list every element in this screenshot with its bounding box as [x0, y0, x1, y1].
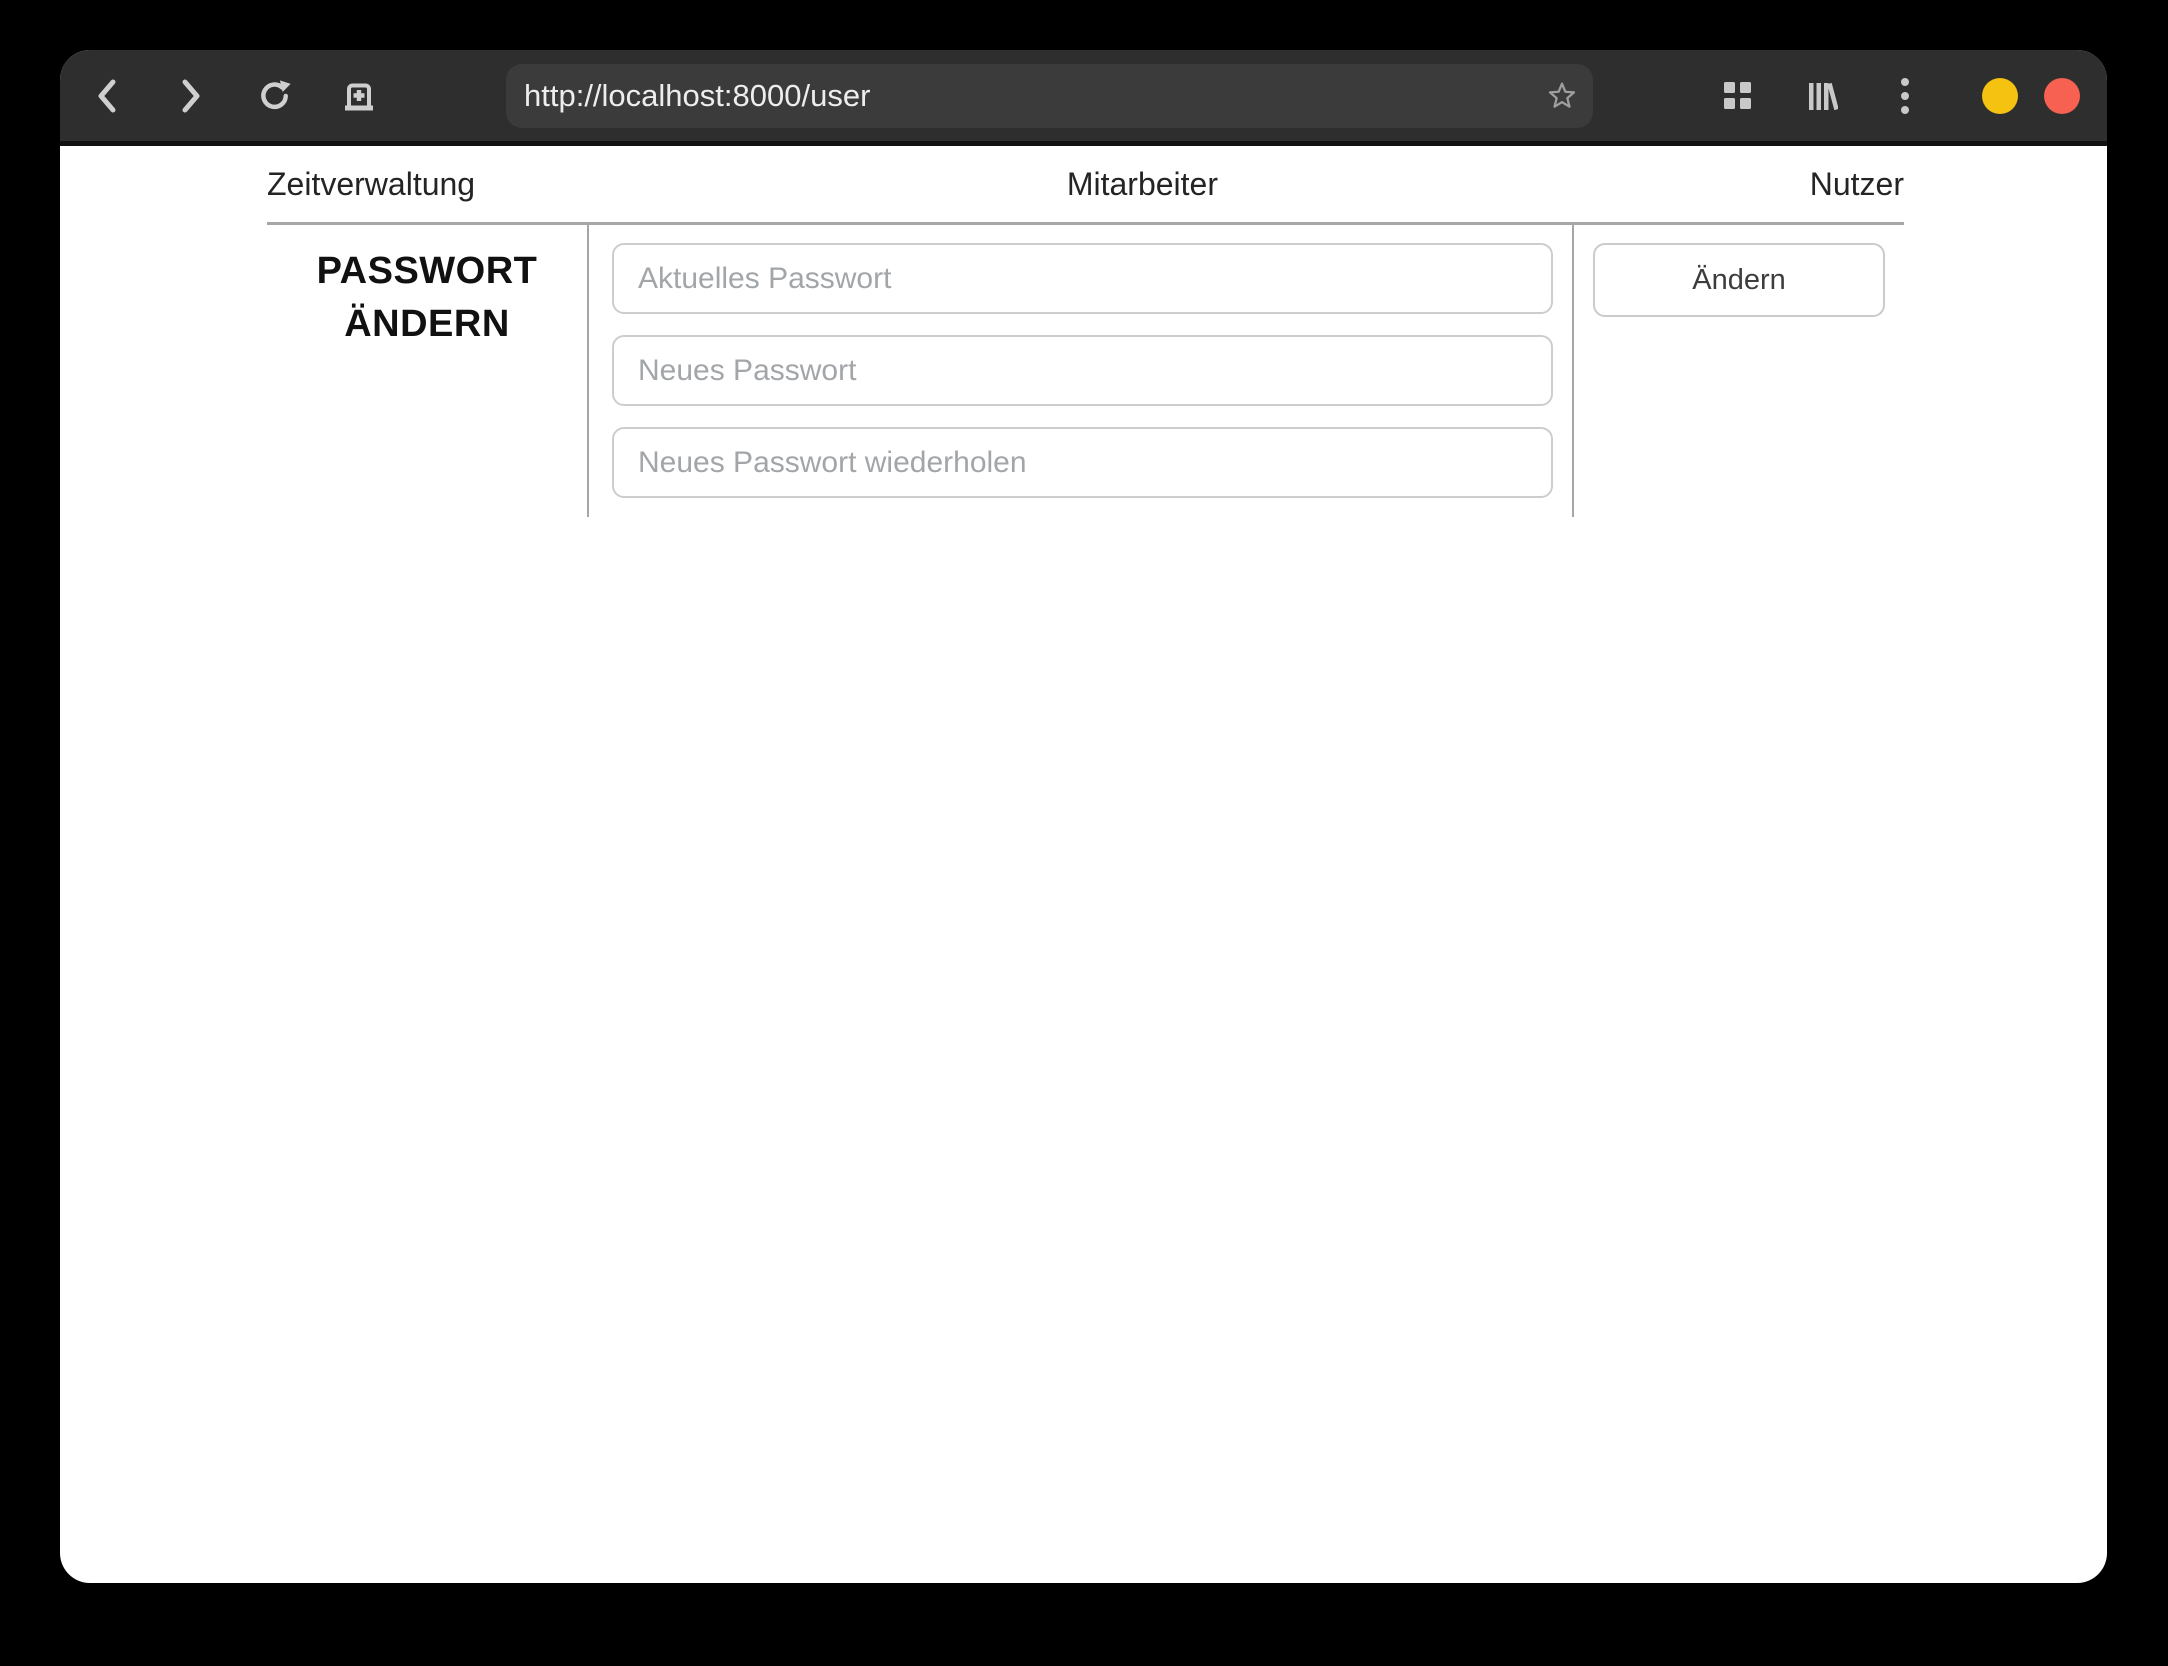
library-button[interactable]: [1804, 79, 1838, 113]
close-button[interactable]: [2044, 77, 2080, 114]
nav-item-zeitverwaltung[interactable]: Zeitverwaltung: [267, 166, 475, 203]
nav-item-nutzer[interactable]: Nutzer: [1810, 166, 1904, 203]
toolbar-right-group: [1720, 77, 1922, 114]
reload-button[interactable]: [258, 79, 292, 113]
kebab-menu-icon: [1901, 77, 1909, 114]
url-text[interactable]: http://localhost:8000/user: [524, 78, 1545, 114]
tabs-overview-button[interactable]: [1720, 79, 1754, 113]
url-bar[interactable]: http://localhost:8000/user: [506, 63, 1593, 128]
tabs-grid-icon: [1723, 82, 1751, 109]
nav-item-mitarbeiter[interactable]: Mitarbeiter: [1067, 166, 1218, 203]
page-content: Zeitverwaltung Mitarbeiter Nutzer PASSWO…: [267, 146, 1904, 517]
library-icon: [1809, 82, 1838, 110]
section-heading: PASSWORT ÄNDERN: [267, 225, 589, 517]
nav-button-group: [90, 79, 376, 113]
back-button[interactable]: [90, 79, 124, 113]
password-change-section: PASSWORT ÄNDERN Ändern: [267, 225, 1904, 517]
change-password-button[interactable]: Ändern: [1593, 243, 1885, 317]
minimize-button[interactable]: [1982, 77, 2018, 114]
browser-window: http://localhost:8000/user Zeitverwaltun…: [60, 50, 2107, 1583]
bookmark-star-icon: [1548, 82, 1576, 108]
back-icon: [98, 79, 116, 112]
new-password-input[interactable]: [612, 335, 1553, 406]
bookmark-button[interactable]: [1545, 79, 1579, 113]
new-tab-button[interactable]: [342, 79, 376, 113]
submit-column: Ändern: [1574, 225, 1904, 517]
reload-icon: [261, 79, 291, 109]
window-controls: [1982, 77, 2080, 114]
menu-button[interactable]: [1888, 77, 1922, 114]
forward-icon: [182, 79, 200, 112]
password-fields-column: [589, 225, 1574, 517]
site-nav: Zeitverwaltung Mitarbeiter Nutzer: [267, 146, 1904, 225]
browser-toolbar: http://localhost:8000/user: [60, 50, 2107, 146]
repeat-password-input[interactable]: [612, 427, 1553, 498]
new-tab-icon: [345, 83, 373, 110]
current-password-input[interactable]: [612, 243, 1553, 314]
forward-button[interactable]: [174, 79, 208, 113]
